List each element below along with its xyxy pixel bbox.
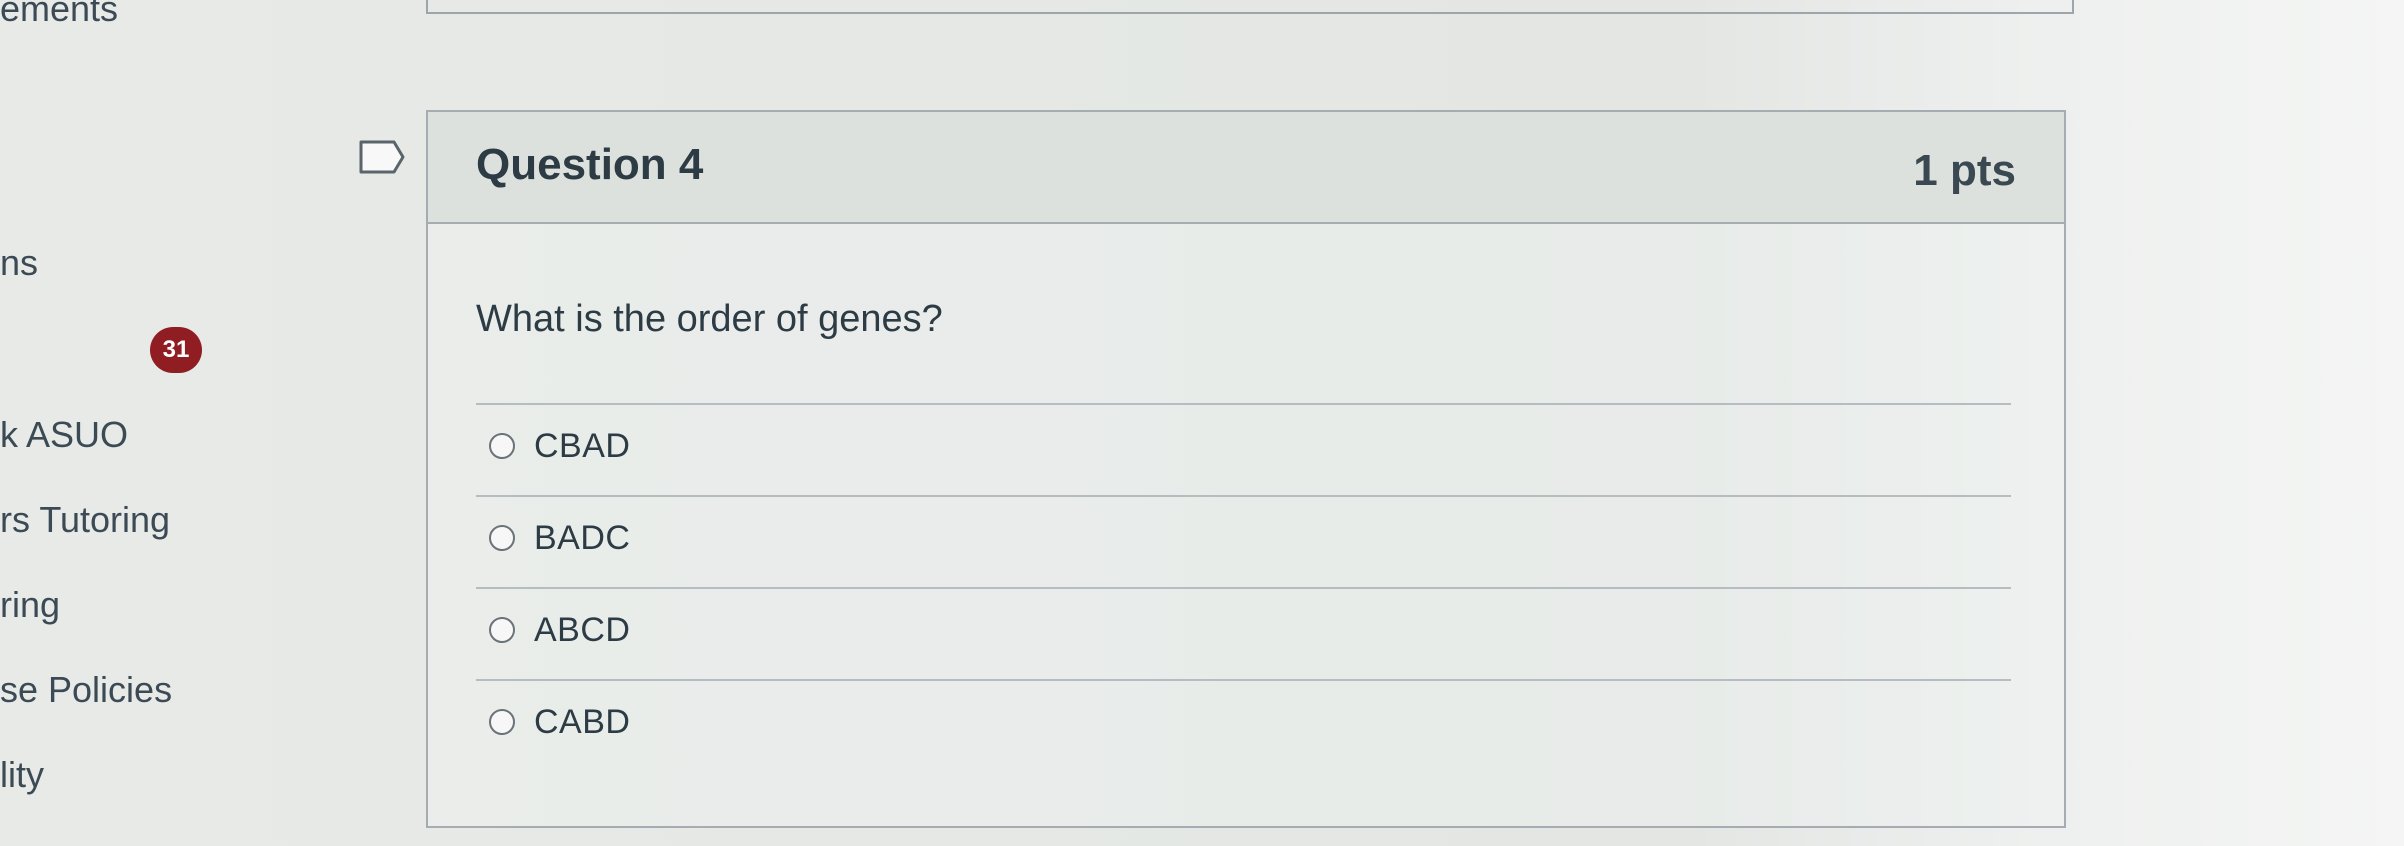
answer-label: CBAD [534,427,631,465]
radio-circle-icon[interactable] [489,433,515,459]
question-text: What is the order of genes? [476,298,943,340]
answer-label: ABCD [534,611,631,649]
answer-label: BADC [534,519,631,557]
flag-question-icon[interactable] [358,139,406,175]
question-title: Question 4 [476,140,704,189]
nav-item-asuo[interactable]: k ASUO [0,414,128,456]
radio-circle-icon[interactable] [489,617,515,643]
radio-circle-icon[interactable] [489,709,515,735]
question-card: Question 4 1 pts What is the order of ge… [426,110,2066,828]
answer-list: CBAD BADC ABCD CABD [476,403,2011,771]
answer-option[interactable]: ABCD [476,587,2011,679]
unread-count-badge: 31 [150,327,202,373]
previous-question-box [426,0,2074,14]
answer-option[interactable]: CBAD [476,403,2011,495]
nav-item-accessibility[interactable]: lity [0,754,44,796]
nav-item-tutoring[interactable]: rs Tutoring [0,499,170,541]
answer-label: CABD [534,703,631,741]
question-header: Question 4 1 pts [428,112,2064,224]
nav-item-ring[interactable]: ring [0,584,60,626]
nav-item-course-policies[interactable]: se Policies [0,669,172,711]
course-navigation: ements ns 31 k ASUO rs Tutoring ring se … [0,0,330,846]
answer-option[interactable]: CABD [476,679,2011,771]
question-points: 1 pts [1913,146,2016,195]
answer-option[interactable]: BADC [476,495,2011,587]
nav-item-announcements[interactable]: ements [0,0,118,30]
nav-item-discussions[interactable]: ns [0,242,38,284]
radio-circle-icon[interactable] [489,525,515,551]
